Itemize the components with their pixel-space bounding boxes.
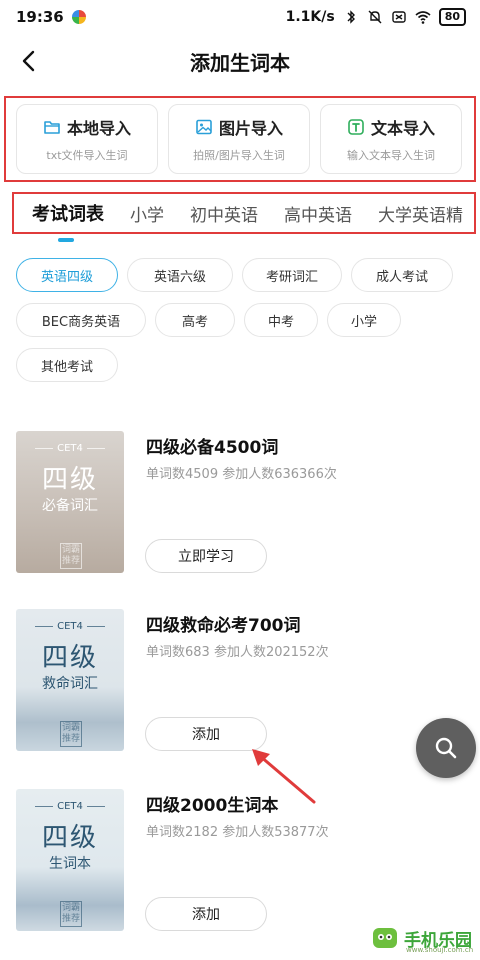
exam-filter-chips: 英语四级 英语六级 考研词汇 成人考试 BEC商务英语 高考 中考 小学 其他考… <box>16 258 476 382</box>
cover-subtitle: 生词本 <box>49 856 91 872</box>
tab-senior-high[interactable]: 高中英语 <box>284 201 352 226</box>
import-label: 本地导入 <box>66 119 131 138</box>
wordbook-item[interactable]: CET4 四级 救命词汇 词霸推荐 四级救命必考700词 单词数683 参加人数… <box>16 609 476 759</box>
page-title: 添加生词本 <box>190 50 290 75</box>
book-cover: CET4 四级 救命词汇 词霸推荐 <box>16 609 124 751</box>
book-cover: CET4 四级 必备词汇 词霸推荐 <box>16 431 124 573</box>
tab-college[interactable]: 大学英语精 <box>378 201 463 226</box>
import-label: 图片导入 <box>218 119 283 138</box>
study-now-button[interactable]: 立即学习 <box>145 539 267 573</box>
battery-indicator: 80 <box>438 8 466 26</box>
add-button[interactable]: 添加 <box>145 897 267 931</box>
cover-subtitle: 救命词汇 <box>42 676 98 692</box>
chip-postgrad[interactable]: 考研词汇 <box>242 258 342 292</box>
import-image-button[interactable]: 图片导入 拍照/图片导入生词 <box>168 104 310 174</box>
book-meta: 单词数4509 参加人数636366次 <box>146 467 337 482</box>
import-sub: txt文件导入生词 <box>46 149 128 162</box>
image-icon <box>196 119 212 135</box>
annotation-arrow <box>252 749 316 804</box>
chip-gaokao[interactable]: 高考 <box>155 303 235 337</box>
cover-tag: CET4 <box>16 801 124 812</box>
site-watermark: 手机乐园 www.shouji.com.cn <box>370 918 478 958</box>
chip-adult[interactable]: 成人考试 <box>351 258 453 292</box>
chip-other[interactable]: 其他考试 <box>16 348 118 382</box>
text-icon <box>348 119 364 135</box>
book-cover: CET4 四级 生词本 词霸推荐 <box>16 789 124 931</box>
floating-search-button[interactable] <box>416 718 476 778</box>
cover-subtitle: 必备词汇 <box>42 498 98 514</box>
book-meta: 单词数2182 参加人数53877次 <box>146 825 329 840</box>
tab-junior-high[interactable]: 初中英语 <box>190 201 258 226</box>
watermark-url: www.shouji.com.cn <box>406 946 474 954</box>
tab-exam[interactable]: 考试词表 <box>32 200 104 226</box>
import-sub: 输入文本导入生词 <box>347 149 435 162</box>
cover-title: 四级 <box>41 465 98 495</box>
sim-blocked-icon <box>391 11 406 23</box>
book-name: 四级救命必考700词 <box>146 616 301 636</box>
category-tabs: 考试词表 小学 初中英语 高中英语 大学英语精 <box>12 192 476 234</box>
cover-stamp: 词霸推荐 <box>60 901 82 927</box>
cover-title: 四级 <box>41 643 98 673</box>
app-notification-icon <box>71 10 86 24</box>
import-sub: 拍照/图片导入生词 <box>193 149 285 162</box>
import-local-button[interactable]: 本地导入 txt文件导入生词 <box>16 104 158 174</box>
chip-primary[interactable]: 小学 <box>327 303 401 337</box>
chip-zhongkao[interactable]: 中考 <box>244 303 318 337</box>
import-text-button[interactable]: 文本导入 输入文本导入生词 <box>320 104 462 174</box>
chip-cet6[interactable]: 英语六级 <box>127 258 233 292</box>
wifi-icon <box>415 11 431 24</box>
cover-tag: CET4 <box>16 621 124 632</box>
network-speed: 1.1K/s <box>285 9 335 25</box>
book-meta: 单词数683 参加人数202152次 <box>146 645 329 660</box>
chip-cet4[interactable]: 英语四级 <box>16 258 118 292</box>
chip-bec[interactable]: BEC商务英语 <box>16 303 146 337</box>
cover-stamp: 词霸推荐 <box>60 721 82 747</box>
status-time: 19:36 <box>16 8 64 26</box>
search-icon <box>435 737 457 759</box>
cover-title: 四级 <box>41 823 98 853</box>
wordbook-item[interactable]: CET4 四级 生词本 词霸推荐 四级2000生词本 单词数2182 参加人数5… <box>16 789 476 939</box>
tab-primary[interactable]: 小学 <box>130 201 164 226</box>
cover-stamp: 词霸推荐 <box>60 543 82 569</box>
import-options: 本地导入 txt文件导入生词 图片导入 拍照/图片导入生词 文本导入 输入文本导… <box>4 96 476 182</box>
book-name: 四级必备4500词 <box>146 438 279 458</box>
status-bar: 19:36 1.1K/s 80 <box>0 0 480 34</box>
status-right: 1.1K/s 80 <box>286 8 466 26</box>
tab-active-indicator <box>58 238 74 242</box>
bluetooth-icon <box>347 10 355 24</box>
watermark-logo-icon <box>373 928 397 948</box>
mute-bell-icon <box>368 10 382 24</box>
import-label: 文本导入 <box>370 119 435 138</box>
back-button[interactable] <box>14 46 44 76</box>
header: 添加生词本 <box>0 36 480 86</box>
wordbook-item[interactable]: CET4 四级 必备词汇 词霸推荐 四级必备4500词 单词数4509 参加人数… <box>16 431 476 581</box>
folder-icon <box>44 121 60 134</box>
cover-tag: CET4 <box>16 443 124 454</box>
chevron-left-icon <box>22 50 35 72</box>
